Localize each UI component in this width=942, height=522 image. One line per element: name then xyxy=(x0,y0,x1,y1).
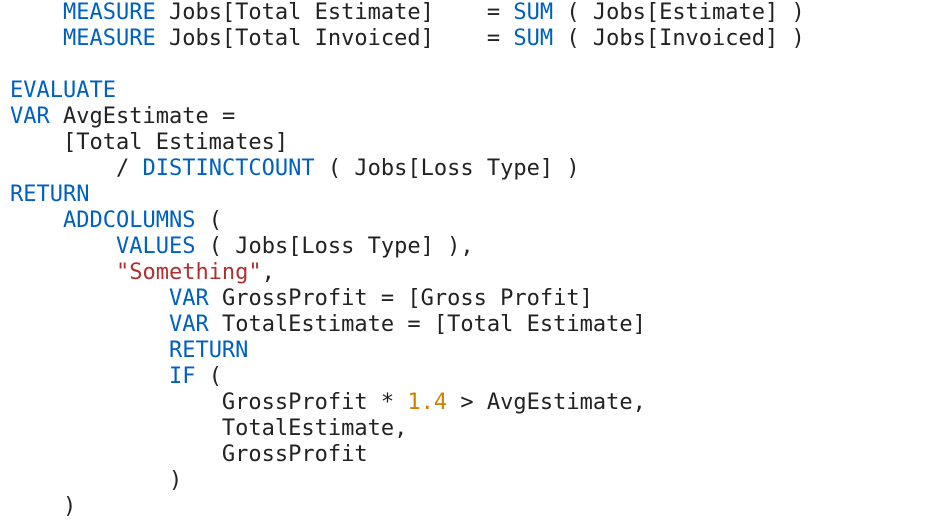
keyword-return: RETURN xyxy=(169,338,248,363)
measure-ref: [Gross Profit] xyxy=(407,286,592,311)
fn-addcolumns: ADDCOLUMNS xyxy=(63,208,195,233)
paren-close: ) xyxy=(792,0,805,25)
col-ref: Jobs[Estimate] xyxy=(593,0,778,25)
op-eq: = xyxy=(381,286,394,311)
measure-lhs: Jobs[Total Estimate] xyxy=(169,0,434,25)
op-eq: = xyxy=(222,104,235,129)
keyword-var: VAR xyxy=(169,312,209,337)
string-literal: "Something" xyxy=(116,260,262,285)
keyword-measure: MEASURE xyxy=(63,0,156,25)
identifier: GrossProfit xyxy=(222,390,368,415)
op-gt: > xyxy=(460,390,473,415)
var-name: TotalEstimate xyxy=(222,312,394,337)
fn-if: IF xyxy=(169,364,196,389)
var-name: GrossProfit xyxy=(222,286,368,311)
paren-open: ( xyxy=(566,26,579,51)
col-ref: Jobs[Invoiced] xyxy=(593,26,778,51)
measure-ref: [Total Estimate] xyxy=(434,312,646,337)
comma: , xyxy=(262,260,275,285)
number-literal: 1.4 xyxy=(407,390,447,415)
paren-open: ( xyxy=(209,208,222,233)
identifier: AvgEstimate xyxy=(487,390,633,415)
comma: , xyxy=(394,416,407,441)
paren-close: ) xyxy=(566,156,579,181)
keyword-return: RETURN xyxy=(10,182,89,207)
measure-ref: [Total Estimates] xyxy=(63,130,288,155)
paren-close: ) xyxy=(63,494,76,519)
keyword-var: VAR xyxy=(169,286,209,311)
fn-values: VALUES xyxy=(116,234,195,259)
op-eq: = xyxy=(407,312,420,337)
op-star: * xyxy=(381,390,394,415)
keyword-evaluate: EVALUATE xyxy=(10,78,116,103)
op-eq: = xyxy=(487,0,500,25)
paren-open: ( xyxy=(209,364,222,389)
paren-open: ( xyxy=(566,0,579,25)
paren-open: ( xyxy=(209,234,222,259)
keyword-var: VAR xyxy=(10,104,50,129)
paren-close-comma: ), xyxy=(447,234,474,259)
col-ref: Jobs[Loss Type] xyxy=(354,156,553,181)
comma: , xyxy=(633,390,646,415)
fn-sum: SUM xyxy=(513,26,553,51)
fn-distinctcount: DISTINCTCOUNT xyxy=(142,156,314,181)
op-eq: = xyxy=(487,26,500,51)
paren-close: ) xyxy=(792,26,805,51)
col-ref: Jobs[Loss Type] xyxy=(235,234,434,259)
identifier: TotalEstimate xyxy=(222,416,394,441)
fn-sum: SUM xyxy=(513,0,553,25)
identifier: GrossProfit xyxy=(222,442,368,467)
keyword-measure: MEASURE xyxy=(63,26,156,51)
paren-open: ( xyxy=(328,156,341,181)
paren-close: ) xyxy=(169,468,182,493)
dax-code-block: MEASURE Jobs[Total Estimate] = SUM ( Job… xyxy=(0,0,942,520)
op-divide: / xyxy=(116,156,129,181)
var-name: AvgEstimate xyxy=(63,104,209,129)
measure-lhs: Jobs[Total Invoiced] xyxy=(169,26,434,51)
